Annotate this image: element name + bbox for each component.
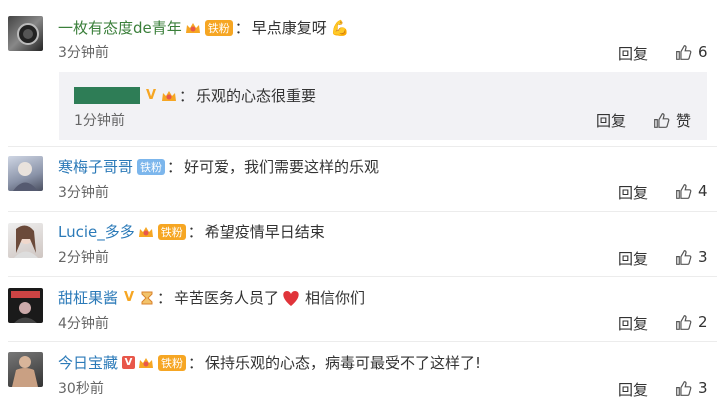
divider bbox=[8, 211, 717, 212]
avatar[interactable] bbox=[8, 223, 43, 258]
thumbs-up-icon bbox=[676, 44, 692, 60]
fan-badge: 铁粉 bbox=[157, 223, 186, 240]
heart-icon bbox=[283, 290, 299, 306]
separator: ： bbox=[179, 87, 195, 105]
masked-username[interactable] bbox=[74, 87, 140, 104]
verified-v-icon: V bbox=[123, 290, 135, 305]
separator: ： bbox=[188, 354, 204, 372]
crown-icon bbox=[185, 22, 200, 33]
verified-v-icon: V bbox=[145, 88, 157, 103]
avatar-camera-icon bbox=[17, 23, 39, 45]
fan-badge: 铁粉 bbox=[137, 158, 166, 175]
divider bbox=[8, 276, 717, 277]
like-count: 6 bbox=[698, 43, 708, 61]
avatar-portrait-icon bbox=[12, 356, 38, 387]
reply-button[interactable]: 回复 bbox=[618, 248, 648, 269]
divider bbox=[8, 341, 717, 342]
comment-text-after: 相信你们 bbox=[305, 289, 366, 307]
like-button[interactable]: 4 bbox=[675, 182, 708, 200]
thumbs-up-icon bbox=[676, 380, 692, 396]
separator: ： bbox=[187, 223, 203, 241]
separator: ： bbox=[167, 158, 183, 176]
reply-button[interactable]: 回复 bbox=[618, 379, 648, 400]
separator: ： bbox=[234, 19, 250, 37]
fan-badge: 铁粉 bbox=[204, 19, 233, 36]
like-button[interactable]: 赞 bbox=[653, 110, 691, 131]
timestamp: 30秒前 bbox=[58, 381, 104, 397]
avatar-portrait-icon bbox=[13, 162, 38, 191]
comment-text: 辛苦医务人员了 bbox=[174, 289, 280, 307]
like-button[interactable]: 6 bbox=[675, 43, 708, 61]
username[interactable]: Lucie_多多 bbox=[58, 221, 135, 242]
thumbs-up-icon bbox=[676, 314, 692, 330]
like-count: 3 bbox=[698, 379, 708, 397]
avatar-magazine-icon bbox=[11, 291, 40, 323]
avatar[interactable] bbox=[8, 156, 43, 191]
timestamp: 3分钟前 bbox=[58, 45, 109, 61]
timestamp: 3分钟前 bbox=[58, 185, 109, 201]
hourglass-icon bbox=[141, 291, 153, 304]
like-count: 4 bbox=[698, 182, 708, 200]
reply-button[interactable]: 回复 bbox=[596, 110, 626, 131]
avatar[interactable] bbox=[8, 16, 43, 51]
like-count: 2 bbox=[698, 313, 708, 331]
username[interactable]: 今日宝藏 bbox=[58, 352, 118, 373]
username[interactable]: 甜柾果酱 bbox=[58, 287, 118, 308]
like-button[interactable]: 2 bbox=[675, 313, 708, 331]
avatar-portrait-icon bbox=[14, 225, 38, 258]
comment-text: 早点康复呀 bbox=[251, 19, 327, 37]
avatar[interactable] bbox=[8, 288, 43, 323]
like-count: 3 bbox=[698, 248, 708, 266]
comment-text: 保持乐观的心态，病毒可最受不了这样了! bbox=[205, 354, 482, 372]
comment-text: 希望疫情早日结束 bbox=[204, 223, 325, 241]
timestamp: 2分钟前 bbox=[58, 250, 109, 266]
reply-button[interactable]: 回复 bbox=[618, 182, 648, 203]
like-button[interactable]: 3 bbox=[675, 379, 708, 397]
crown-icon bbox=[138, 226, 153, 237]
thumbs-up-icon bbox=[654, 113, 670, 128]
divider bbox=[8, 146, 717, 147]
timestamp: 4分钟前 bbox=[58, 316, 109, 332]
reply-button[interactable]: 回复 bbox=[618, 43, 648, 64]
separator: ： bbox=[157, 289, 173, 307]
timestamp: 1分钟前 bbox=[74, 113, 125, 129]
like-button[interactable]: 3 bbox=[675, 248, 708, 266]
username[interactable]: 一枚有态度de青年 bbox=[58, 17, 182, 38]
avatar[interactable] bbox=[8, 352, 43, 387]
sub-reply: V ： 乐观的心态很重要 1分钟前 回复 赞 bbox=[59, 72, 707, 140]
crown-icon bbox=[162, 90, 176, 101]
sub-reply-text: 乐观的心态很重要 bbox=[196, 87, 317, 105]
thumbs-up-icon bbox=[676, 249, 692, 265]
muscle-emoji-icon: 💪 bbox=[330, 18, 350, 37]
verified-v-icon: V bbox=[122, 356, 136, 369]
like-label: 赞 bbox=[676, 112, 692, 130]
fan-badge: 铁粉 bbox=[158, 354, 187, 371]
comment-text: 好可爱，我们需要这样的乐观 bbox=[184, 158, 380, 176]
reply-button[interactable]: 回复 bbox=[618, 313, 648, 334]
thumbs-up-icon bbox=[676, 183, 692, 199]
crown-icon bbox=[139, 357, 154, 368]
username[interactable]: 寒梅子哥哥 bbox=[58, 156, 133, 177]
